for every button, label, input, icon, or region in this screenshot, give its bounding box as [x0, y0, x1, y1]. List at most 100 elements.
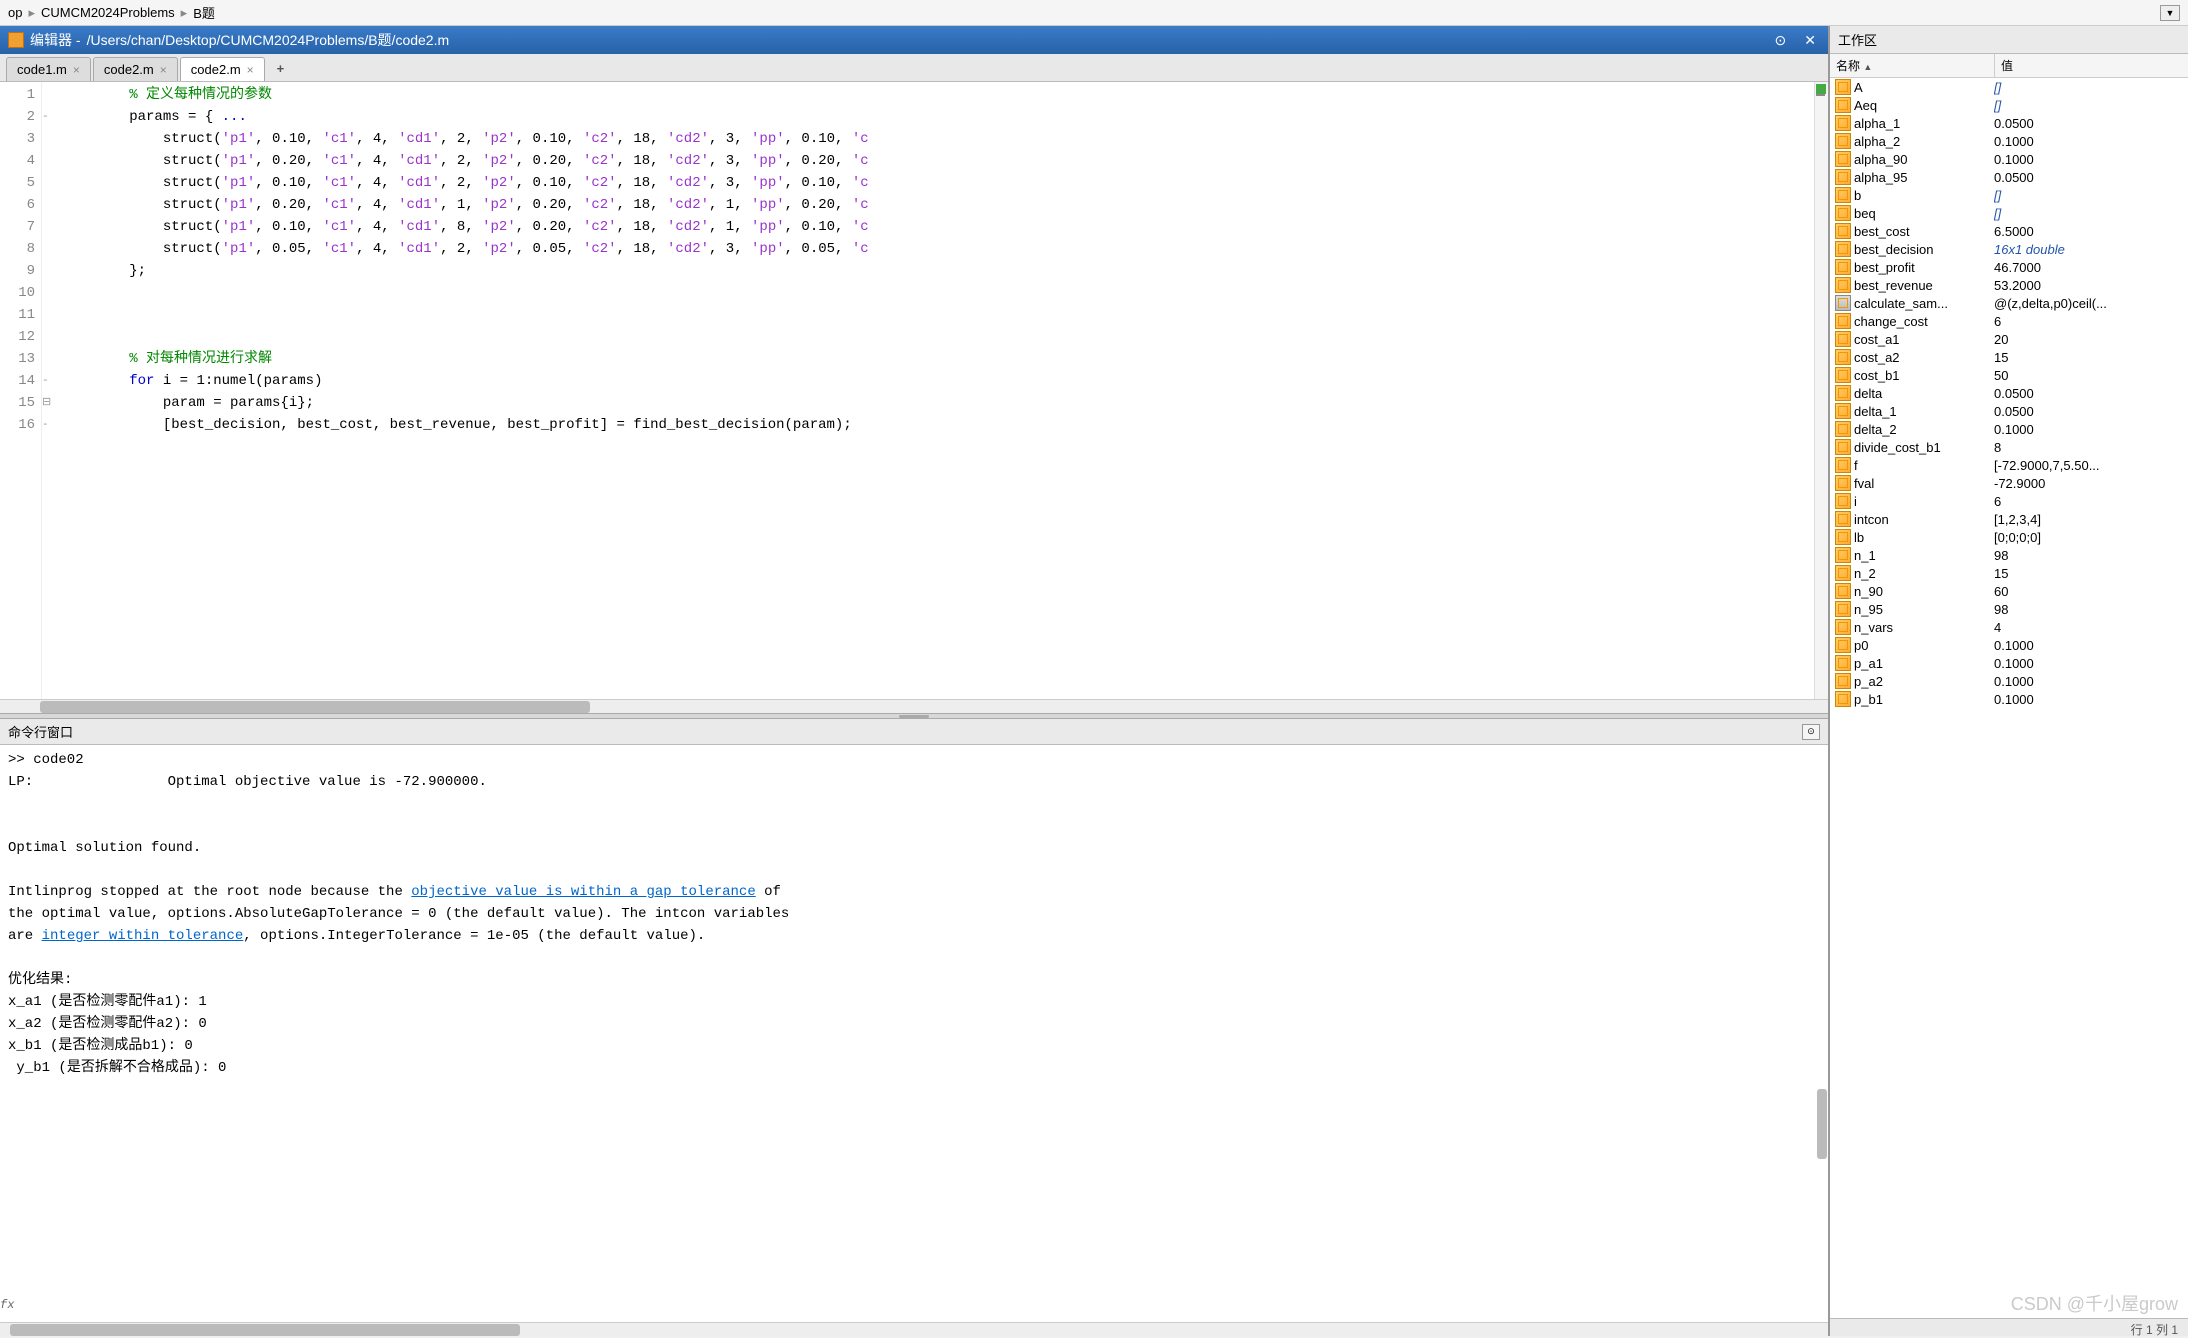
variable-icon [1835, 529, 1851, 545]
var-value: [] [1994, 206, 2188, 221]
workspace-var-row[interactable]: p00.1000 [1830, 636, 2188, 654]
workspace-var-row[interactable]: best_revenue53.2000 [1830, 276, 2188, 294]
variable-icon [1835, 547, 1851, 563]
workspace-var-row[interactable]: A[] [1830, 78, 2188, 96]
workspace-var-row[interactable]: alpha_10.0500 [1830, 114, 2188, 132]
variable-icon [1835, 187, 1851, 203]
workspace-var-row[interactable]: n_215 [1830, 564, 2188, 582]
workspace-var-row[interactable]: n_vars4 [1830, 618, 2188, 636]
workspace-var-row[interactable]: p_b10.1000 [1830, 690, 2188, 708]
var-value: 0.1000 [1994, 656, 2188, 671]
collapse-icon[interactable]: ⊙ [1802, 724, 1820, 740]
editor-tab[interactable]: code2.m× [93, 57, 178, 81]
code-status-indicator [1816, 84, 1826, 94]
workspace-var-row[interactable]: cost_a215 [1830, 348, 2188, 366]
variable-icon [1835, 259, 1851, 275]
function-icon [1835, 295, 1851, 311]
var-value: 0.1000 [1994, 152, 2188, 167]
workspace-var-row[interactable]: intcon[1,2,3,4] [1830, 510, 2188, 528]
workspace-var-row[interactable]: delta_10.0500 [1830, 402, 2188, 420]
add-tab-button[interactable]: + [267, 57, 295, 81]
cmd-hscroll-thumb[interactable] [10, 1324, 520, 1336]
workspace-var-row[interactable]: change_cost6 [1830, 312, 2188, 330]
workspace-var-row[interactable]: divide_cost_b18 [1830, 438, 2188, 456]
var-value: [1,2,3,4] [1994, 512, 2188, 527]
workspace-var-row[interactable]: delta0.0500 [1830, 384, 2188, 402]
var-name: lb [1854, 530, 1994, 545]
help-link[interactable]: integer within tolerance [42, 928, 244, 944]
workspace-var-row[interactable]: n_198 [1830, 546, 2188, 564]
var-name: cost_a2 [1854, 350, 1994, 365]
workspace-var-row[interactable]: n_9060 [1830, 582, 2188, 600]
var-value: 0.0500 [1994, 116, 2188, 131]
var-value: 0.0500 [1994, 404, 2188, 419]
workspace-var-row[interactable]: n_9598 [1830, 600, 2188, 618]
close-icon[interactable]: × [160, 63, 167, 77]
workspace-var-row[interactable]: best_profit46.7000 [1830, 258, 2188, 276]
workspace-var-row[interactable]: best_cost6.5000 [1830, 222, 2188, 240]
workspace-var-row[interactable]: i6 [1830, 492, 2188, 510]
var-value: 0.1000 [1994, 422, 2188, 437]
close-icon[interactable]: × [247, 63, 254, 77]
workspace-var-row[interactable]: cost_b150 [1830, 366, 2188, 384]
var-name: alpha_2 [1854, 134, 1994, 149]
var-name: p0 [1854, 638, 1994, 653]
tab-label: code2.m [191, 62, 241, 77]
var-name: n_vars [1854, 620, 1994, 635]
var-name: n_2 [1854, 566, 1994, 581]
command-window-title: 命令行窗口 [8, 722, 73, 741]
workspace-var-row[interactable]: p_a10.1000 [1830, 654, 2188, 672]
workspace-var-row[interactable]: cost_a120 [1830, 330, 2188, 348]
breadcrumb-item[interactable]: op [8, 5, 22, 20]
close-icon[interactable]: ✕ [1800, 32, 1820, 49]
breadcrumb-item[interactable]: CUMCM2024Problems [41, 5, 175, 20]
workspace-body[interactable]: A[]Aeq[]alpha_10.0500alpha_20.1000alpha_… [1830, 78, 2188, 1318]
workspace-var-row[interactable]: f[-72.9000,7,5.50... [1830, 456, 2188, 474]
workspace-var-row[interactable]: p_a20.1000 [1830, 672, 2188, 690]
minimize-icon[interactable]: ⊙ [1771, 32, 1791, 49]
workspace-var-row[interactable]: best_decision16x1 double [1830, 240, 2188, 258]
workspace-var-row[interactable]: Aeq[] [1830, 96, 2188, 114]
var-name: cost_a1 [1854, 332, 1994, 347]
minimap[interactable] [1814, 82, 1828, 699]
variable-icon [1835, 169, 1851, 185]
breadcrumb-item[interactable]: B题 [193, 3, 215, 22]
code-body[interactable]: % 定义每种情况的参数 params = { ... struct('p1', … [58, 82, 1814, 699]
var-value: 0.1000 [1994, 638, 2188, 653]
command-window-body[interactable]: >> code02 LP: Optimal objective value is… [0, 745, 1828, 1322]
workspace-var-row[interactable]: lb[0;0;0;0] [1830, 528, 2188, 546]
help-link[interactable]: objective value is within a gap toleranc… [411, 884, 755, 900]
fold-gutter[interactable]: - - ⊟- [42, 82, 58, 699]
var-value: 0.1000 [1994, 692, 2188, 707]
cmd-hscroll[interactable] [0, 1322, 1828, 1336]
editor-hscroll-thumb[interactable] [40, 701, 590, 713]
workspace-var-row[interactable]: alpha_950.0500 [1830, 168, 2188, 186]
var-name: best_cost [1854, 224, 1994, 239]
close-icon[interactable]: × [73, 63, 80, 77]
workspace-col-name[interactable]: 名称 ▲ [1830, 54, 1995, 77]
variable-icon [1835, 601, 1851, 617]
workspace-col-value[interactable]: 值 [1995, 54, 2188, 77]
editor-tab[interactable]: code2.m × [180, 57, 265, 81]
editor-area[interactable]: 12345678910111213141516 - - ⊟- % 定义每种情况的… [0, 82, 1828, 699]
workspace-var-row[interactable]: calculate_sam...@(z,delta,p0)ceil(... [1830, 294, 2188, 312]
var-value: [0;0;0;0] [1994, 530, 2188, 545]
workspace-header: 工作区 [1830, 26, 2188, 54]
workspace-var-row[interactable]: alpha_20.1000 [1830, 132, 2188, 150]
variable-icon [1835, 241, 1851, 257]
var-value: [] [1994, 80, 2188, 95]
var-name: f [1854, 458, 1994, 473]
var-name: i [1854, 494, 1994, 509]
workspace-var-row[interactable]: alpha_900.1000 [1830, 150, 2188, 168]
workspace-var-row[interactable]: delta_20.1000 [1830, 420, 2188, 438]
var-name: n_90 [1854, 584, 1994, 599]
workspace-var-row[interactable]: b[] [1830, 186, 2188, 204]
breadcrumb-dropdown[interactable]: ▼ [2160, 5, 2180, 21]
var-name: n_1 [1854, 548, 1994, 563]
var-name: change_cost [1854, 314, 1994, 329]
workspace-var-row[interactable]: fval-72.9000 [1830, 474, 2188, 492]
cmd-vscroll-thumb[interactable] [1817, 1089, 1827, 1159]
editor-tab[interactable]: code1.m× [6, 57, 91, 81]
workspace-var-row[interactable]: beq[] [1830, 204, 2188, 222]
editor-hscroll[interactable] [0, 699, 1828, 713]
